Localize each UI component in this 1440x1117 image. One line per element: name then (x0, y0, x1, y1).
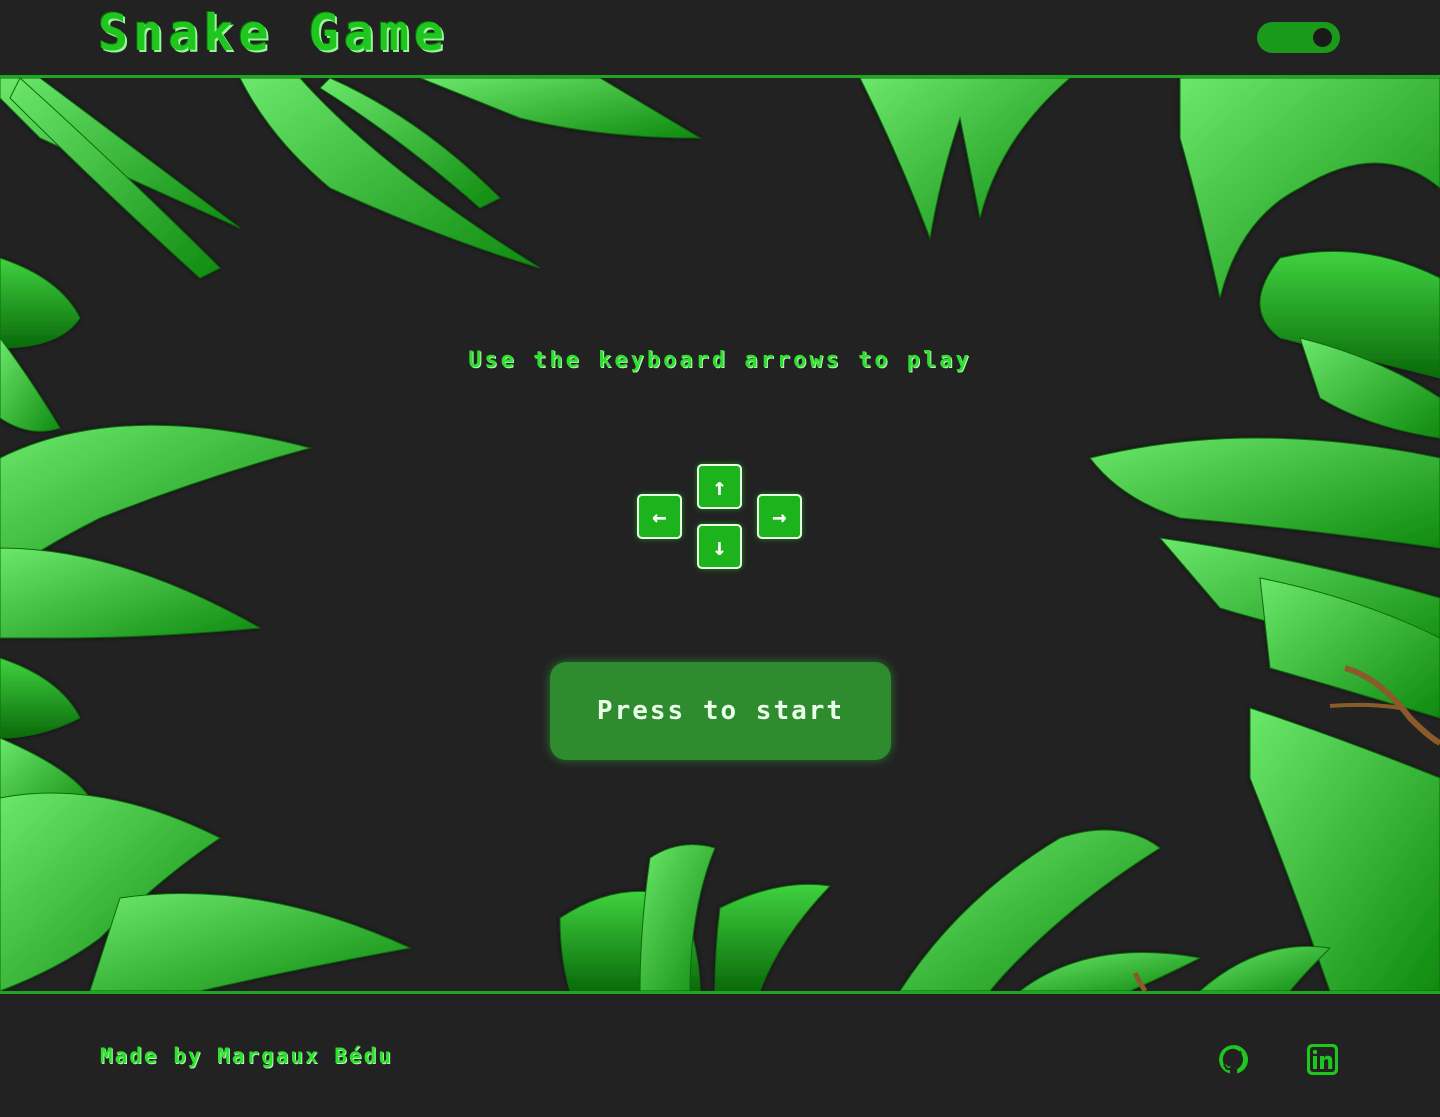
linkedin-link[interactable] (1306, 1043, 1339, 1076)
github-icon (1219, 1045, 1249, 1074)
arrow-left-key[interactable]: ← (637, 494, 682, 539)
credit-text: Made by Margaux Bédu (100, 1044, 393, 1068)
arrow-up-key[interactable]: ↑ (697, 464, 742, 509)
linkedin-icon (1307, 1044, 1338, 1075)
site-footer: Made by Margaux Bédu (0, 991, 1440, 1117)
arrow-down-icon: ↓ (712, 532, 727, 561)
arrow-right-icon: → (772, 502, 787, 531)
instruction-text: Use the keyboard arrows to play (468, 348, 972, 373)
arrow-left-icon: ← (652, 502, 667, 531)
page-title: Snake Game (98, 4, 450, 62)
toggle-knob (1313, 28, 1332, 47)
arrow-up-icon: ↑ (712, 472, 727, 501)
arrow-down-key[interactable]: ↓ (697, 524, 742, 569)
start-button[interactable]: Press to start (550, 662, 891, 760)
theme-toggle[interactable] (1257, 22, 1340, 53)
game-area: Use the keyboard arrows to play ↑ ← → ↓ … (0, 78, 1440, 991)
site-header: Snake Game (0, 0, 1440, 78)
arrow-right-key[interactable]: → (757, 494, 802, 539)
github-link[interactable] (1217, 1043, 1250, 1076)
